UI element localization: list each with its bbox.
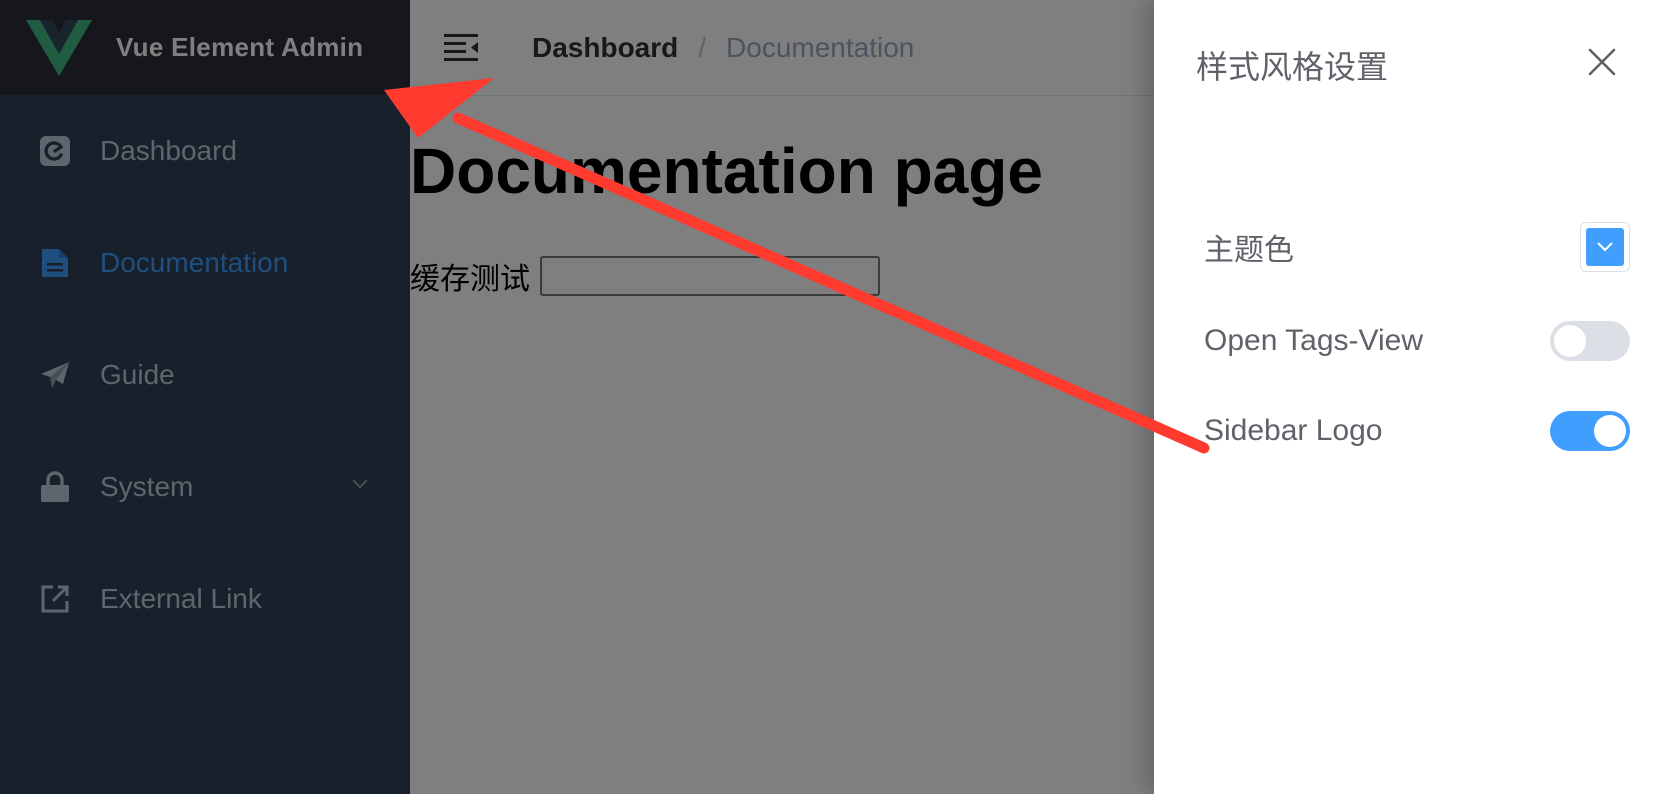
chevron-down-icon — [1597, 242, 1613, 252]
sidebar-logo-switch[interactable] — [1550, 411, 1630, 451]
tags-view-switch[interactable] — [1550, 321, 1630, 361]
theme-color-row: 主题色 — [1204, 222, 1630, 272]
settings-drawer: 样式风格设置 主题色 Open Tags-View Sidebar Logo — [1154, 0, 1666, 794]
theme-color-swatch — [1586, 228, 1624, 266]
switch-knob — [1594, 415, 1626, 447]
theme-color-picker[interactable] — [1580, 222, 1630, 272]
theme-color-label: 主题色 — [1204, 233, 1294, 268]
tags-view-label: Open Tags-View — [1204, 324, 1424, 357]
tags-view-row: Open Tags-View — [1204, 316, 1630, 366]
sidebar-logo-row: Sidebar Logo — [1204, 406, 1630, 456]
sidebar-logo-label: Sidebar Logo — [1204, 414, 1383, 447]
drawer-title: 样式风格设置 — [1196, 48, 1389, 86]
close-icon[interactable] — [1584, 44, 1620, 80]
switch-knob — [1554, 325, 1586, 357]
